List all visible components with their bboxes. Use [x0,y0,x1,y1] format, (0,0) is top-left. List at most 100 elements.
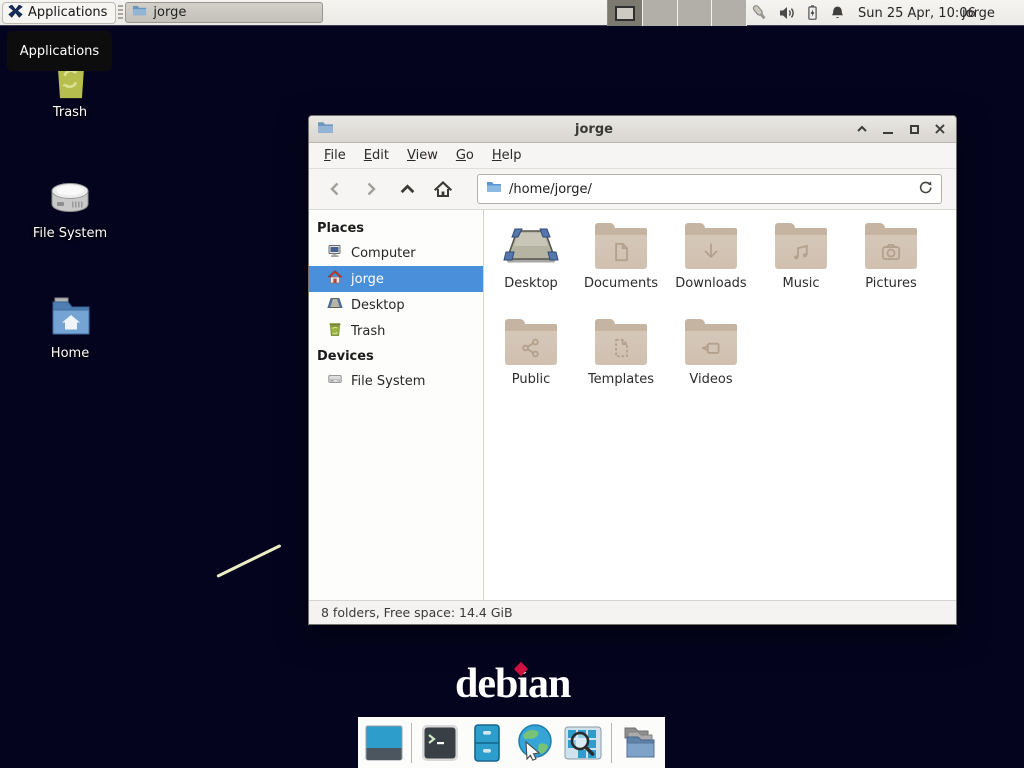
desktop-icon-label: Home [20,346,120,361]
sidebar-item-trash[interactable]: Trash [309,318,483,344]
window-statusbar: 8 folders, Free space: 14.4 GiB [309,600,956,624]
workspace-4[interactable] [712,0,747,26]
file-item-templates[interactable]: Templates [576,318,666,414]
file-item-label: Desktop [486,276,576,291]
file-item-downloads[interactable]: Downloads [666,222,756,318]
bottom-dock-panel [358,717,665,768]
directory-menu-button[interactable] [619,722,659,764]
desktop-artifact-line [216,544,281,578]
folder-documents-icon [595,228,647,269]
show-desktop-icon [364,723,404,763]
back-button[interactable] [317,174,353,204]
folder-videos-icon [685,324,737,365]
desktop-icon-home[interactable]: Home [20,290,120,361]
terminal-launcher[interactable] [419,722,459,764]
up-button[interactable] [389,174,425,204]
window-toolbar: /home/jorge/ [309,169,956,210]
home-folder-icon [20,290,120,342]
menu-help[interactable]: Help [483,145,531,166]
folder-public-icon [505,324,557,365]
workspace-switcher[interactable] [607,0,747,26]
sidebar-item-label: Trash [351,324,385,339]
sidebar-item-label: Computer [351,246,416,261]
panel-clock[interactable]: Sun 25 Apr, 10:06 [858,0,976,26]
file-manager-window: jorge × File Edit View Go Help [308,115,957,625]
file-item-label: Videos [666,372,756,387]
directory-folder-icon [619,723,659,763]
home-icon [327,269,343,289]
applications-menu-button[interactable]: Applications [2,2,116,24]
battery-charging-icon[interactable] [804,4,821,22]
location-path-text[interactable]: /home/jorge/ [509,182,911,197]
forward-button[interactable] [353,174,389,204]
file-item-label: Documents [576,276,666,291]
file-item-public[interactable]: Public [486,318,576,414]
folder-templates-icon [595,324,647,365]
workspace-1[interactable] [608,0,643,26]
file-item-videos[interactable]: Videos [666,318,756,414]
file-cabinet-icon [467,723,507,763]
sidebar-item-label: jorge [351,272,384,287]
home-button[interactable] [425,174,461,204]
panel-user-menu[interactable]: jorge [962,0,995,26]
file-item-pictures[interactable]: Pictures [846,222,936,318]
xfce-x-icon [8,5,23,20]
sidebar-item-jorge[interactable]: jorge [309,266,483,292]
show-desktop-button[interactable] [364,722,404,764]
terminal-icon [420,723,460,763]
desktop-icon-file-system[interactable]: File System [20,170,120,241]
file-item-label: Public [486,372,576,387]
system-tray [750,0,846,26]
file-item-music[interactable]: Music [756,222,846,318]
applications-menu-label: Applications [28,5,107,20]
window-title: jorge [334,122,854,137]
taskbar-window-label: jorge [153,5,186,20]
shade-button[interactable] [854,121,870,137]
file-list-view[interactable]: Desktop Documents Downloads Music [484,210,956,600]
drive-icon [327,371,343,391]
stylus-input-icon[interactable] [750,3,770,23]
workspace-2[interactable] [643,0,678,26]
maximize-button[interactable] [906,121,922,137]
sidebar-item-computer[interactable]: Computer [309,240,483,266]
panel-handle [118,5,123,21]
menu-view[interactable]: View [398,145,447,166]
taskbar-window-button[interactable]: jorge [125,2,323,23]
menu-edit[interactable]: Edit [355,145,398,166]
places-sidebar: Places Computer jorge Desktop [309,210,484,600]
file-manager-launcher[interactable] [467,722,507,764]
applications-tooltip: Applications [7,31,112,71]
sidebar-item-label: File System [351,374,425,389]
window-menubar: File Edit View Go Help [309,143,956,169]
sidebar-item-file-system[interactable]: File System [309,368,483,394]
application-finder-launcher[interactable] [563,722,603,764]
file-item-label: Music [756,276,846,291]
location-bar[interactable]: /home/jorge/ [477,174,942,204]
reload-icon[interactable] [918,180,933,199]
file-item-label: Pictures [846,276,936,291]
close-button[interactable]: × [932,121,948,137]
file-item-label: Templates [576,372,666,387]
window-folder-icon [317,119,334,140]
debian-wallpaper-logo: debian [455,660,570,708]
menu-go[interactable]: Go [447,145,483,166]
volume-icon[interactable] [778,4,796,22]
web-browser-launcher[interactable] [514,722,556,764]
window-titlebar[interactable]: jorge × [309,116,956,143]
menu-file[interactable]: File [315,145,355,166]
notifications-bell-icon[interactable] [829,4,846,22]
workspace-3[interactable] [678,0,713,26]
folder-music-icon [775,228,827,269]
workspace-window-preview [615,6,635,21]
trash-icon [327,321,343,341]
minimize-button[interactable] [880,121,896,137]
file-item-desktop[interactable]: Desktop [486,222,576,318]
hard-drive-icon [20,170,120,222]
statusbar-text: 8 folders, Free space: 14.4 GiB [321,605,513,620]
folder-downloads-icon [685,228,737,269]
sidebar-item-desktop[interactable]: Desktop [309,292,483,318]
file-item-label: Downloads [666,276,756,291]
top-panel: Applications jorge Sun 25 Apr, 10:06 jor… [0,0,1024,26]
file-item-documents[interactable]: Documents [576,222,666,318]
desktop-icon-label: File System [20,226,120,241]
